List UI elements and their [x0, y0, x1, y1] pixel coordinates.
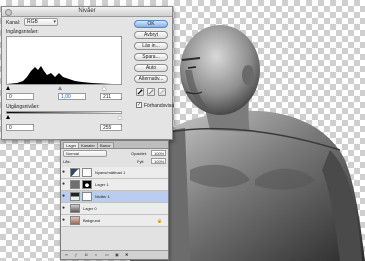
white-eyedropper-icon[interactable] — [158, 88, 166, 96]
input-white-slider[interactable] — [102, 86, 106, 90]
eye-icon[interactable]: ● — [62, 194, 67, 199]
lock-label: Lås: — [63, 159, 71, 164]
tab-paths[interactable]: Banor — [97, 142, 114, 148]
input-gamma-slider[interactable] — [58, 86, 62, 90]
save-button[interactable]: Spara... — [134, 53, 168, 61]
layer-row[interactable]: ● Bakgrund 🔒 — [61, 215, 168, 227]
input-black-slider[interactable] — [6, 86, 10, 90]
layer-row[interactable]: ● Lager 1 — [61, 179, 168, 191]
new-layer-icon[interactable]: ▣ — [115, 253, 119, 257]
adjustment-thumbnail — [70, 192, 80, 201]
cancel-button[interactable]: Avbryt — [134, 31, 168, 39]
preview-label: Förhandsvisa — [144, 103, 175, 109]
output-black-field[interactable]: 0 — [6, 124, 34, 131]
layer-thumbnail — [70, 216, 80, 225]
input-gamma-field[interactable]: 1,00 — [58, 93, 86, 100]
dialog-title: Nivåer — [78, 8, 96, 14]
tab-channels[interactable]: Kanaler — [78, 142, 98, 148]
layer-name: Bakgrund — [83, 218, 101, 223]
ok-button[interactable]: OK — [134, 20, 168, 28]
auto-button[interactable]: Auto — [134, 64, 168, 72]
layers-tabs: Lager Kanaler Banor — [61, 141, 168, 149]
channel-value: RGB — [27, 19, 38, 25]
adjustment-icon[interactable]: ◐ — [95, 253, 99, 257]
layer-name: Nivåer 1 — [95, 194, 110, 199]
tab-layers[interactable]: Lager — [63, 142, 80, 148]
mask-thumbnail — [82, 168, 92, 177]
chevron-down-icon: ▾ — [53, 19, 56, 25]
levels-titlebar[interactable]: Nivåer — [2, 7, 172, 17]
eye-icon[interactable]: ● — [62, 170, 67, 175]
mask-thumbnail — [82, 192, 92, 201]
opacity-label: Opacitet: — [131, 151, 148, 156]
link-icon[interactable]: ∞ — [65, 253, 69, 257]
fill-label: Fyll: — [137, 159, 145, 164]
output-levels-label: Utgångsnivåer: — [6, 104, 40, 110]
preview-checkbox[interactable]: ✓ — [136, 102, 142, 108]
input-white-field[interactable]: 211 — [100, 93, 122, 100]
fill-field[interactable]: 100% — [151, 158, 166, 164]
layer-thumbnail — [70, 204, 80, 213]
output-white-slider[interactable] — [118, 115, 122, 119]
output-white-field[interactable]: 255 — [100, 124, 122, 131]
output-black-slider[interactable] — [6, 115, 10, 119]
gray-eyedropper-icon[interactable] — [147, 88, 155, 96]
trash-icon[interactable]: ✖ — [125, 253, 129, 257]
eye-icon[interactable]: ● — [62, 218, 67, 223]
layer-thumbnail — [70, 180, 80, 189]
layer-row[interactable]: ● Nyans/mättnad 1 — [61, 167, 168, 179]
layer-name: Lager 1 — [95, 182, 109, 187]
black-eyedropper-icon[interactable] — [136, 88, 144, 96]
lock-icon: 🔒 — [157, 218, 162, 223]
input-black-field[interactable]: 0 — [6, 93, 34, 100]
mask-thumbnail — [82, 180, 92, 189]
eye-icon[interactable]: ● — [62, 206, 67, 211]
adjustment-thumbnail — [70, 168, 80, 177]
layer-row[interactable]: ● Nivåer 1 — [61, 191, 168, 203]
layer-name: Lager 0 — [83, 206, 97, 211]
load-button[interactable]: Läs in... — [134, 42, 168, 50]
histogram — [6, 36, 122, 85]
layers-panel: Lager Kanaler Banor Normal Opacitet: 100… — [60, 140, 169, 260]
channel-label: Kanal: — [6, 20, 21, 26]
eye-icon[interactable]: ● — [62, 182, 67, 187]
channel-select[interactable]: RGB ▾ — [24, 18, 58, 26]
layer-row[interactable]: ● Lager 0 — [61, 203, 168, 215]
output-gradient — [6, 111, 122, 114]
layers-bottom-bar: ∞ ƒ ◘ ◐ ▭ ▣ ✖ — [61, 250, 168, 259]
blend-mode-select[interactable]: Normal — [63, 150, 107, 157]
fx-icon[interactable]: ƒ — [75, 253, 79, 257]
mask-icon[interactable]: ◘ — [85, 253, 89, 257]
input-levels-label: Ingångsnivåer: — [6, 29, 39, 35]
histogram-graph — [7, 66, 121, 84]
layer-name: Nyans/mättnad 1 — [95, 170, 126, 175]
opacity-field[interactable]: 100% — [151, 150, 166, 156]
levels-dialog: Nivåer Kanal: RGB ▾ Ingångsnivåer: 0 1,0… — [1, 6, 175, 140]
blend-mode-value: Normal — [66, 151, 79, 156]
options-button[interactable]: Alternativ... — [134, 75, 168, 83]
folder-icon[interactable]: ▭ — [105, 253, 109, 257]
